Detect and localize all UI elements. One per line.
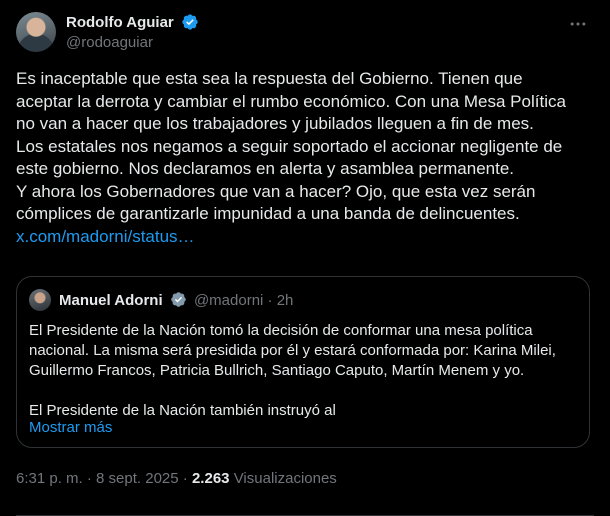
author-handle[interactable]: @rodoaguiar [66, 34, 199, 51]
author-name[interactable]: Rodolfo Aguiar [66, 14, 174, 31]
quoted-tweet-header: Manuel Adorni @madorni · 2h [59, 291, 293, 309]
tweet-link[interactable]: x.com/madorni/status… [16, 226, 596, 249]
separator-dot: · [267, 292, 273, 309]
quoted-author-handle[interactable]: @madorni [194, 292, 263, 309]
separator-dot: · [86, 470, 92, 487]
separator-dot: · [182, 470, 188, 487]
tweet-date[interactable]: 8 sept. 2025 [96, 470, 179, 487]
author-avatar[interactable] [16, 12, 56, 52]
show-more-link[interactable]: Mostrar más [29, 419, 112, 436]
tweet-text: Es inaceptable que esta sea la respuesta… [16, 69, 566, 223]
tweet-header: Rodolfo Aguiar @rodoaguiar [16, 12, 594, 56]
quoted-author-avatar[interactable] [29, 289, 51, 311]
quoted-timestamp[interactable]: 2h [277, 292, 294, 309]
views-label: Visualizaciones [233, 470, 337, 487]
more-options-icon[interactable] [568, 14, 588, 34]
views-count: 2.263 [191, 470, 230, 487]
tweet-body: Es inaceptable que esta sea la respuesta… [16, 68, 596, 248]
quoted-tweet-text: El Presidente de la Nación tomó la decis… [29, 322, 556, 419]
verified-badge-icon [171, 292, 186, 307]
verified-badge-icon[interactable] [181, 13, 199, 31]
author-names: Rodolfo Aguiar @rodoaguiar [66, 13, 199, 51]
tweet-time[interactable]: 6:31 p. m. [16, 470, 83, 487]
tweet-meta: 6:31 p. m. · 8 sept. 2025 · 2.263 Visual… [16, 470, 337, 487]
quoted-tweet[interactable]: Manuel Adorni @madorni · 2h El President… [16, 276, 590, 448]
quoted-author-name[interactable]: Manuel Adorni [59, 292, 163, 309]
